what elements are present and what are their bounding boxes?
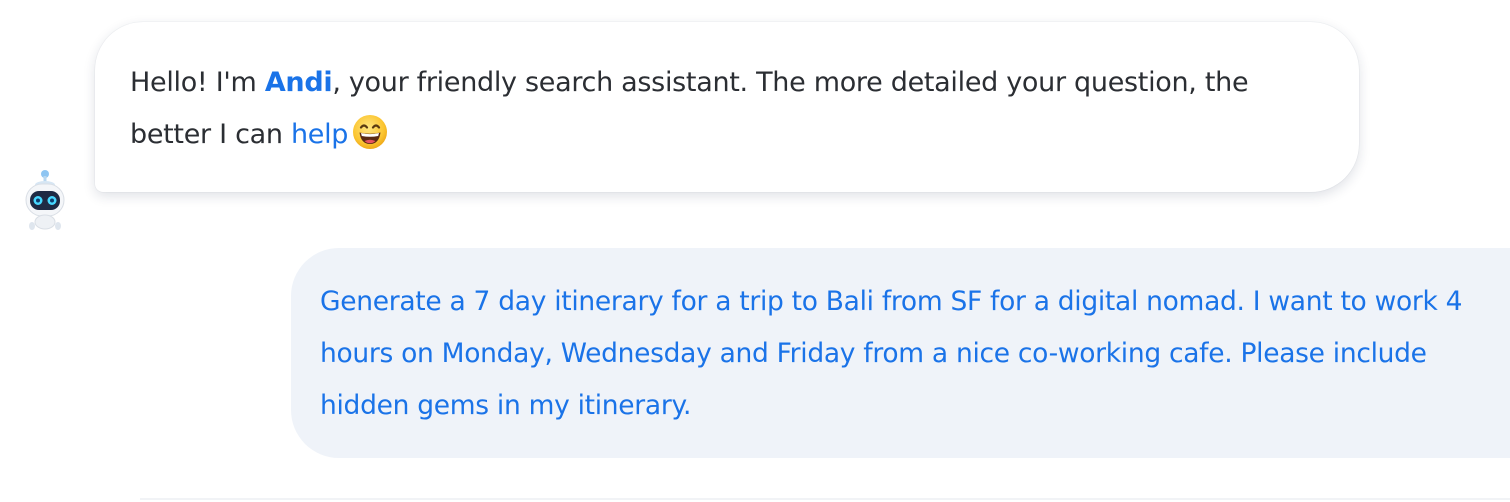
chat-thread: Hello! I'm Andi, your friendly search as…: [0, 0, 1510, 502]
assistant-name: Andi: [264, 67, 333, 98]
assistant-greeting-text: Hello! I'm: [130, 67, 265, 98]
user-message-bubble: Generate a 7 day itinerary for a trip to…: [291, 248, 1510, 458]
user-message-text: Generate a 7 day itinerary for a trip to…: [320, 286, 1463, 421]
robot-avatar-icon: [25, 170, 65, 230]
help-link[interactable]: help: [291, 119, 348, 150]
divider: [140, 498, 1510, 500]
assistant-message-bubble: Hello! I'm Andi, your friendly search as…: [95, 22, 1359, 192]
grinning-face-emoji-icon: [353, 115, 388, 149]
